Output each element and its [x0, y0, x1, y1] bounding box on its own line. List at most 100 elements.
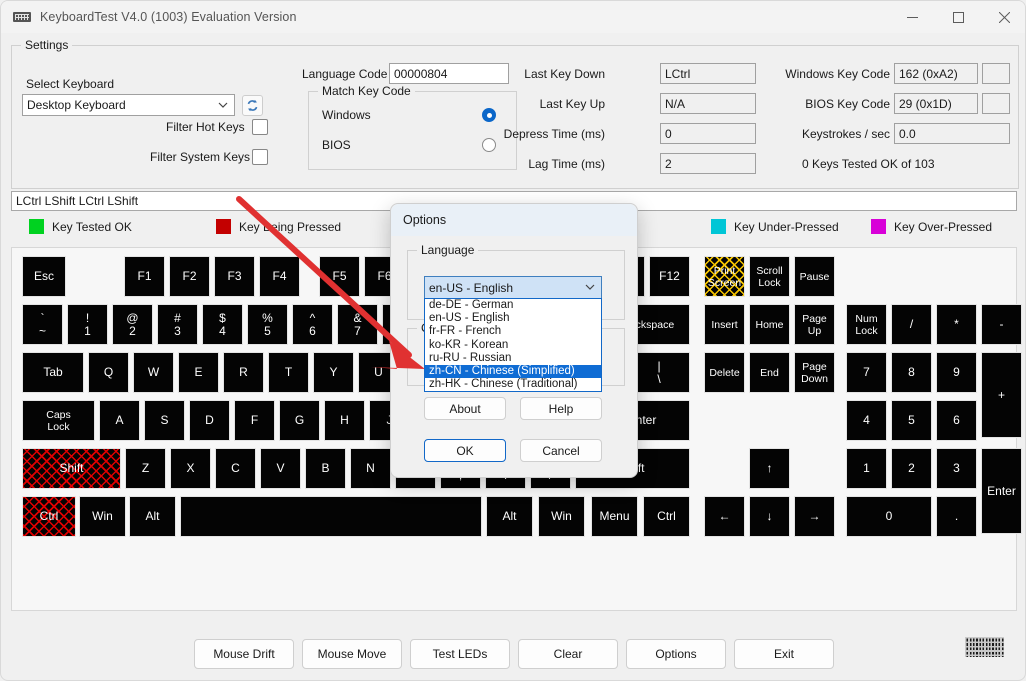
keyboard-key[interactable]: Ctrl: [644, 497, 689, 536]
keyboard-key[interactable]: !1: [68, 305, 107, 344]
keyboard-key[interactable]: Home: [750, 305, 789, 344]
keyboard-key[interactable]: +: [982, 353, 1021, 437]
minimize-button[interactable]: [889, 1, 935, 33]
keyboard-key[interactable]: 0: [847, 497, 931, 536]
refresh-keyboard-list-button[interactable]: [242, 95, 263, 116]
keyboard-key[interactable]: ←: [705, 497, 744, 536]
close-button[interactable]: [981, 1, 1026, 33]
keyboard-key[interactable]: Win: [80, 497, 125, 536]
keyboard-key[interactable]: .: [937, 497, 976, 536]
keyboard-key[interactable]: F2: [170, 257, 209, 296]
keyboard-key[interactable]: CapsLock: [23, 401, 94, 440]
keyboard-key[interactable]: 1: [847, 449, 886, 488]
keyboard-key[interactable]: Enter: [982, 449, 1021, 533]
keyboard-key[interactable]: Delete: [705, 353, 744, 392]
keyboard-key[interactable]: 4: [847, 401, 886, 440]
keyboard-key[interactable]: Esc: [23, 257, 65, 296]
keyboard-key[interactable]: Z: [126, 449, 165, 488]
keyboard-key[interactable]: F5: [320, 257, 359, 296]
keyboard-key[interactable]: Alt: [487, 497, 532, 536]
bottom-button-test-leds[interactable]: Test LEDs: [410, 639, 510, 669]
keyboard-key[interactable]: ^6: [293, 305, 332, 344]
language-option[interactable]: zh-HK - Chinese (Traditional): [425, 378, 601, 391]
keyboard-key[interactable]: 2: [892, 449, 931, 488]
keyboard-key[interactable]: T: [269, 353, 308, 392]
keyboard-key[interactable]: A: [100, 401, 139, 440]
keyboard-key[interactable]: E: [179, 353, 218, 392]
keyboard-key[interactable]: 3: [937, 449, 976, 488]
keyboard-key[interactable]: Menu: [592, 497, 637, 536]
select-keyboard-combo[interactable]: Desktop Keyboard: [22, 94, 235, 116]
language-option[interactable]: fr-FR - French: [425, 325, 601, 338]
keyboard-key[interactable]: F12: [650, 257, 689, 296]
language-option[interactable]: zh-CN - Chinese (Simplified): [425, 365, 601, 378]
keyboard-key[interactable]: -: [982, 305, 1021, 344]
filter-system-keys-checkbox[interactable]: [252, 149, 268, 165]
keyboard-key[interactable]: Insert: [705, 305, 744, 344]
bottom-button-exit[interactable]: Exit: [734, 639, 834, 669]
keyboard-key[interactable]: V: [261, 449, 300, 488]
about-button[interactable]: About: [424, 397, 506, 420]
keyboard-key[interactable]: F: [235, 401, 274, 440]
keyboard-key[interactable]: *: [937, 305, 976, 344]
keyboard-key[interactable]: `~: [23, 305, 62, 344]
ok-button[interactable]: OK: [424, 439, 506, 462]
keyboard-key[interactable]: Tab: [23, 353, 83, 392]
language-code-field[interactable]: 00000804: [389, 63, 509, 84]
language-option[interactable]: ko-KR - Korean: [425, 339, 601, 352]
maximize-button[interactable]: [935, 1, 981, 33]
keyboard-key[interactable]: End: [750, 353, 789, 392]
language-dropdown-list[interactable]: de-DE - Germanen-US - Englishfr-FR - Fre…: [424, 298, 602, 392]
keyboard-key[interactable]: #3: [158, 305, 197, 344]
keyboard-key[interactable]: PageDown: [795, 353, 834, 392]
keyboard-key[interactable]: %5: [248, 305, 287, 344]
keyboard-key[interactable]: →: [795, 497, 834, 536]
keyboard-key[interactable]: R: [224, 353, 263, 392]
keyboard-key[interactable]: F4: [260, 257, 299, 296]
keyboard-key[interactable]: Alt: [130, 497, 175, 536]
keyboard-key[interactable]: C: [216, 449, 255, 488]
bottom-button-clear[interactable]: Clear: [518, 639, 618, 669]
keyboard-key[interactable]: F1: [125, 257, 164, 296]
keyboard-key[interactable]: 8: [892, 353, 931, 392]
keyboard-key[interactable]: @2: [113, 305, 152, 344]
keyboard-key[interactable]: 5: [892, 401, 931, 440]
keyboard-key[interactable]: 9: [937, 353, 976, 392]
keyboard-key[interactable]: F3: [215, 257, 254, 296]
keyboard-key[interactable]: |\: [629, 353, 689, 392]
keyboard-key[interactable]: 7: [847, 353, 886, 392]
keyboard-key[interactable]: B: [306, 449, 345, 488]
keyboard-key[interactable]: NumLock: [847, 305, 886, 344]
bottom-button-mouse-drift[interactable]: Mouse Drift: [194, 639, 294, 669]
keyboard-key[interactable]: Shift: [23, 449, 120, 488]
keyboard-key[interactable]: W: [134, 353, 173, 392]
keyboard-key[interactable]: ↑: [750, 449, 789, 488]
keyboard-key[interactable]: X: [171, 449, 210, 488]
keyboard-key[interactable]: S: [145, 401, 184, 440]
keyboard-key[interactable]: Win: [539, 497, 584, 536]
keyboard-key[interactable]: 6: [937, 401, 976, 440]
cancel-button[interactable]: Cancel: [520, 439, 602, 462]
bottom-button-mouse-move[interactable]: Mouse Move: [302, 639, 402, 669]
help-button[interactable]: Help: [520, 397, 602, 420]
filter-hot-keys-checkbox[interactable]: [252, 119, 268, 135]
keyboard-key[interactable]: Q: [89, 353, 128, 392]
keyboard-key[interactable]: N: [351, 449, 390, 488]
keyboard-key[interactable]: /: [892, 305, 931, 344]
keyboard-key[interactable]: H: [325, 401, 364, 440]
bottom-button-options[interactable]: Options: [626, 639, 726, 669]
keyboard-key[interactable]: $4: [203, 305, 242, 344]
keyboard-key[interactable]: PrintScreen: [705, 257, 744, 296]
keyboard-key[interactable]: PageUp: [795, 305, 834, 344]
keyboard-key[interactable]: ↓: [750, 497, 789, 536]
keyboard-key[interactable]: Pause: [795, 257, 834, 296]
keyboard-key[interactable]: G: [280, 401, 319, 440]
keyboard-key[interactable]: D: [190, 401, 229, 440]
keyboard-key[interactable]: [181, 497, 481, 536]
language-option[interactable]: ru-RU - Russian: [425, 352, 601, 365]
language-combo[interactable]: en-US - English: [424, 276, 602, 299]
keyboard-key[interactable]: ScrollLock: [750, 257, 789, 296]
match-windows-radio[interactable]: [482, 108, 496, 122]
keyboard-key[interactable]: Ctrl: [23, 497, 75, 536]
keyboard-key[interactable]: &7: [338, 305, 377, 344]
